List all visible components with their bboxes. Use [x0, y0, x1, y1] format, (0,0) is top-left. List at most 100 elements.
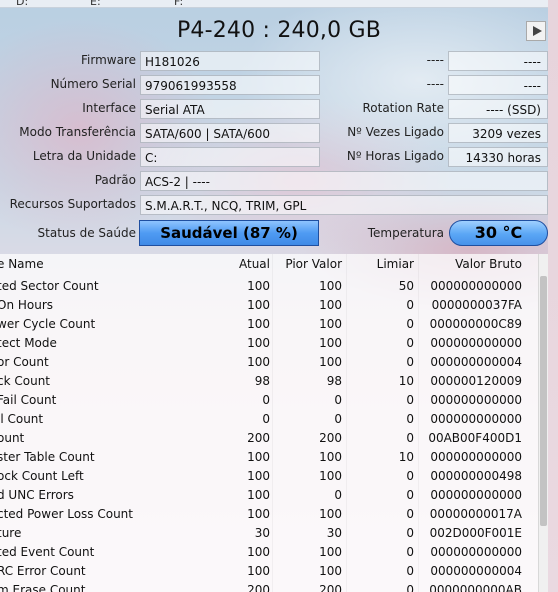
table-row[interactable]: RC Error Count 100 100 0 000000000004	[0, 562, 548, 581]
table-header: e Name Atual Pior Valor Limiar Valor Bru…	[0, 254, 548, 275]
threshold-value: 50	[398, 279, 414, 293]
table-row[interactable]: wer Cycle Count 100 100 0 000000000C89	[0, 315, 548, 334]
threshold-value: 10	[398, 374, 414, 388]
drive-tab-d[interactable]: D:	[16, 0, 28, 8]
worst-value: 100	[319, 355, 342, 369]
threshold-value: 0	[406, 526, 414, 540]
header-worst[interactable]: Pior Valor	[285, 255, 342, 274]
worst-value: 100	[319, 279, 342, 293]
blank1-value: ----	[448, 51, 548, 71]
drive-tab-strip: D: E: F:	[0, 0, 558, 8]
standard-label: Padrão	[94, 173, 136, 187]
table-row[interactable]: il Count 0 0 0 000000000000	[0, 410, 548, 429]
worst-value: 0	[334, 412, 342, 426]
table-row[interactable]: On Hours 100 100 0 0000000037FA	[0, 296, 548, 315]
attribute-name: Fail Count	[0, 393, 57, 407]
health-status-label: Status de Saúde	[37, 226, 136, 240]
attribute-name: wer Cycle Count	[0, 317, 96, 331]
power-on-hours-value: 14330 horas	[448, 147, 548, 167]
header-raw-value[interactable]: Valor Bruto	[455, 255, 522, 274]
drive-letter-label: Letra da Unidade	[32, 149, 136, 163]
raw-value: 000000000498	[430, 469, 522, 483]
next-disk-button[interactable]	[526, 21, 546, 41]
threshold-value: 0	[406, 336, 414, 350]
worst-value: 200	[319, 583, 342, 592]
table-row[interactable]: d UNC Errors 100 0 0 000000000000	[0, 486, 548, 505]
serial-value: 979061993558	[140, 75, 320, 95]
attribute-name: ount	[0, 431, 25, 445]
firmware-value: H181026	[140, 51, 320, 71]
current-value: 30	[254, 526, 270, 540]
drive-tab-e[interactable]: E:	[90, 0, 101, 8]
raw-value: 00AB00F400D1	[428, 431, 522, 445]
table-row[interactable]: or Count 100 100 0 000000000004	[0, 353, 548, 372]
attribute-name: ock Count Left	[0, 469, 84, 483]
threshold-value: 0	[406, 298, 414, 312]
threshold-value: 0	[406, 583, 414, 592]
transfer-mode-label: Modo Transferência	[19, 125, 136, 139]
worst-value: 100	[319, 450, 342, 464]
table-row[interactable]: ted Event Count 100 100 0 000000000000	[0, 543, 548, 562]
attribute-name: tect Mode	[0, 336, 57, 350]
current-value: 100	[247, 488, 270, 502]
threshold-value: 0	[406, 488, 414, 502]
attribute-name: ster Table Count	[0, 450, 95, 464]
temperature-button[interactable]: 30 °C	[449, 220, 548, 246]
current-value: 100	[247, 469, 270, 483]
current-value: 100	[247, 507, 270, 521]
current-value: 100	[247, 279, 270, 293]
raw-value: 000000000000	[430, 279, 522, 293]
table-row[interactable]: Fail Count 0 0 0 000000000000	[0, 391, 548, 410]
interface-value: Serial ATA	[140, 99, 320, 119]
threshold-value: 0	[406, 507, 414, 521]
table-row[interactable]: ck Count 98 98 10 000000120009	[0, 372, 548, 391]
drive-tab-f[interactable]: F:	[174, 0, 183, 8]
raw-value: 000000000000	[430, 450, 522, 464]
table-scrollbar-thumb[interactable]	[540, 276, 547, 526]
power-on-count-label: Nº Vezes Ligado	[347, 125, 444, 139]
worst-value: 100	[319, 336, 342, 350]
smart-attributes-table: e Name Atual Pior Valor Limiar Valor Bru…	[0, 254, 548, 592]
worst-value: 100	[319, 507, 342, 521]
worst-value: 100	[319, 564, 342, 578]
worst-value: 100	[319, 317, 342, 331]
rotation-rate-label: Rotation Rate	[362, 101, 444, 115]
raw-value: 000000000000	[430, 393, 522, 407]
table-row[interactable]: tect Mode 100 100 0 000000000000	[0, 334, 548, 353]
attribute-name: ted Sector Count	[0, 279, 99, 293]
table-row[interactable]: ock Count Left 100 100 0 000000000498	[0, 467, 548, 486]
attribute-name: m Erase Count	[0, 583, 86, 592]
current-value: 100	[247, 317, 270, 331]
threshold-value: 0	[406, 412, 414, 426]
attribute-name: il Count	[0, 412, 44, 426]
raw-value: 002D000F001E	[429, 526, 522, 540]
health-status-button[interactable]: Saudável (87 %)	[139, 220, 319, 246]
current-value: 0	[262, 412, 270, 426]
blank2-value: ----	[448, 75, 548, 95]
transfer-mode-value: SATA/600 | SATA/600	[140, 123, 320, 143]
disk-title: P4-240 : 240,0 GB	[176, 18, 382, 43]
raw-value: 000000120009	[430, 374, 522, 388]
serial-label: Número Serial	[50, 77, 136, 91]
table-row[interactable]: m Erase Count 200 200 0 0000000000AB	[0, 581, 548, 592]
current-value: 200	[247, 583, 270, 592]
table-row[interactable]: ster Table Count 100 100 10 000000000000	[0, 448, 548, 467]
worst-value: 200	[319, 431, 342, 445]
table-row[interactable]: cted Power Loss Count 100 100 0 00000000017A	[0, 505, 548, 524]
header-threshold[interactable]: Limiar	[377, 255, 414, 274]
table-row[interactable]: ture 30 30 0 002D000F001E	[0, 524, 548, 543]
worst-value: 0	[334, 393, 342, 407]
current-value: 200	[247, 431, 270, 445]
table-row[interactable]: ted Sector Count 100 100 50 000000000000	[0, 277, 548, 296]
rotation-rate-value: ---- (SSD)	[448, 99, 548, 119]
header-name[interactable]: e Name	[0, 255, 44, 274]
attribute-name: ck Count	[0, 374, 50, 388]
temperature-label: Temperatura	[367, 226, 444, 240]
current-value: 98	[254, 374, 270, 388]
attribute-name: cted Power Loss Count	[0, 507, 133, 521]
threshold-value: 0	[406, 564, 414, 578]
threshold-value: 0	[406, 545, 414, 559]
table-row[interactable]: ount 200 200 0 00AB00F400D1	[0, 429, 548, 448]
header-current[interactable]: Atual	[239, 255, 270, 274]
blank1-label: ----	[426, 53, 444, 67]
